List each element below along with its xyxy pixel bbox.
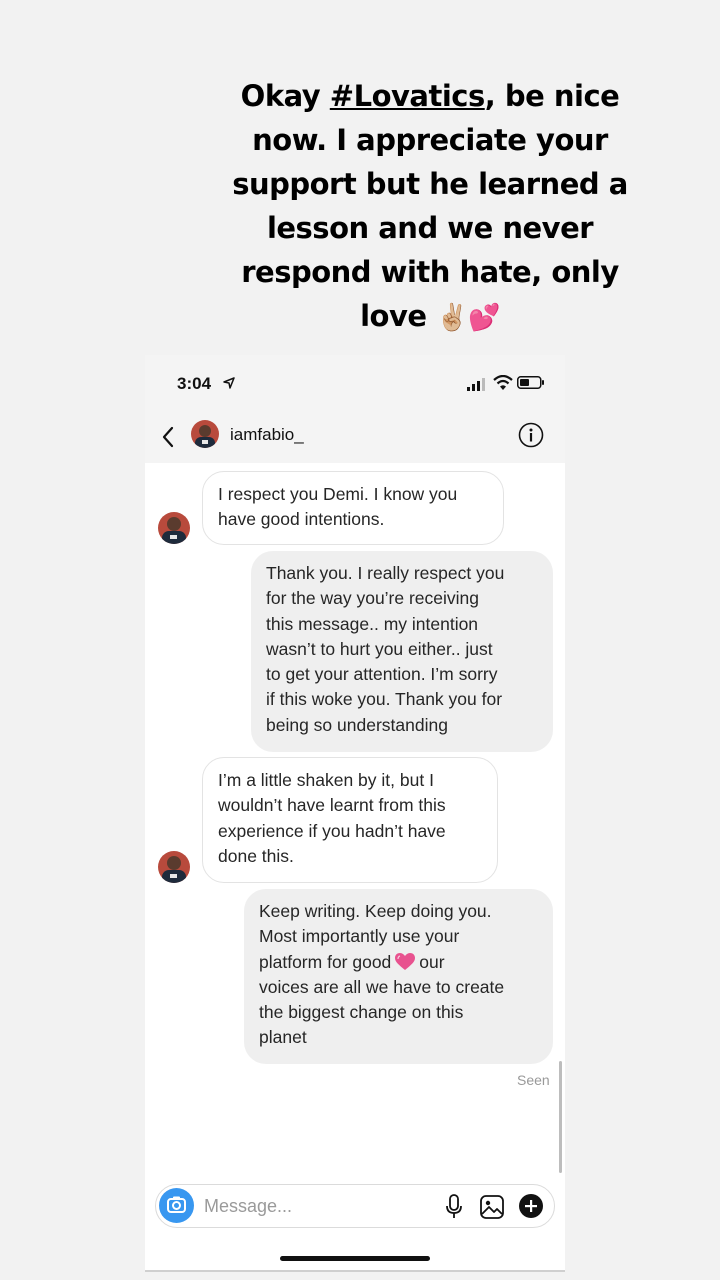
back-chevron-icon[interactable] <box>157 424 181 450</box>
wifi-icon <box>493 375 513 390</box>
battery-icon <box>517 376 544 389</box>
message-bubble-received[interactable]: I respect you Demi. I know you have good… <box>202 471 504 545</box>
message-composer <box>155 1184 555 1228</box>
message-bubble-received[interactable]: I’m a little shaken by it, but I wouldn’… <box>202 757 498 883</box>
location-arrow-icon <box>223 377 235 389</box>
add-icon[interactable] <box>518 1193 544 1219</box>
caption-text-start: Okay <box>240 79 330 113</box>
pink-heart-emoji-icon <box>395 952 416 970</box>
gallery-icon[interactable] <box>479 1194 505 1220</box>
caption-emojis: ✌🏼💕 <box>436 303 500 333</box>
chat-header: iamfabio_ <box>145 413 565 463</box>
message-text: Keep writing. Keep doing you. Most impor… <box>259 901 492 972</box>
chat-username[interactable]: iamfabio_ <box>230 425 304 445</box>
message-input[interactable] <box>204 1193 434 1219</box>
story-caption: Okay #Lovatics, be nice now. I appreciat… <box>230 74 630 340</box>
avatar[interactable] <box>158 512 190 544</box>
camera-button[interactable] <box>159 1188 194 1223</box>
status-bar: 3:04 <box>145 355 565 413</box>
caption-text-rest: , be nice now. I appreciate your support… <box>232 79 628 333</box>
cellular-signal-icon <box>467 378 485 391</box>
hashtag-link[interactable]: #Lovatics <box>330 79 485 113</box>
status-time: 3:04 <box>177 374 212 393</box>
seen-receipt: Seen <box>517 1072 550 1088</box>
message-bubble-sent[interactable]: Keep writing. Keep doing you. Most impor… <box>244 889 553 1064</box>
message-bubble-sent[interactable]: Thank you. I really respect you for the … <box>251 551 553 752</box>
info-icon[interactable] <box>518 422 544 448</box>
dm-screenshot: 3:04 iamfabio_ I respect you Demi. I kno… <box>145 355 565 1272</box>
avatar[interactable] <box>191 420 219 448</box>
avatar[interactable] <box>158 851 190 883</box>
home-indicator[interactable] <box>280 1256 430 1261</box>
scrollbar[interactable] <box>559 1061 562 1173</box>
microphone-icon[interactable] <box>444 1194 464 1220</box>
